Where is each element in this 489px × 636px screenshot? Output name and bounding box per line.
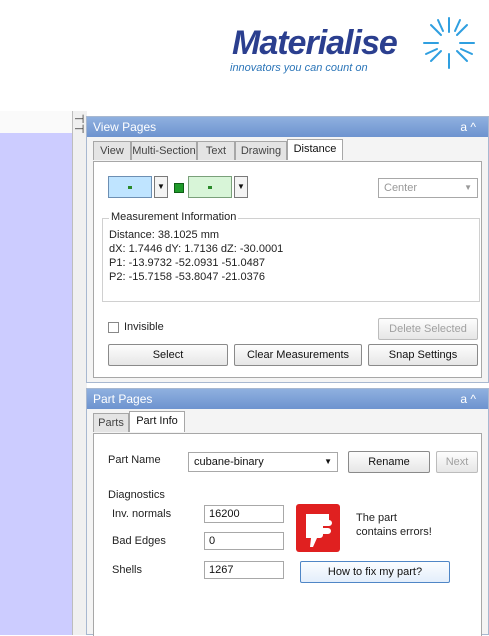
clear-measurements-button[interactable]: Clear Measurements [234,344,362,366]
delta-readout: dX: 1.7446 dY: 1.7136 dZ: -30.0001 [109,243,284,255]
materialise-tagline: innovators you can count on [230,62,368,74]
error-message-line2: contains errors! [356,526,432,538]
tab-view[interactable]: View [93,141,131,160]
distance-readout: Distance: 38.1025 mm [109,229,220,241]
select-button[interactable]: Select [108,344,228,366]
how-to-fix-button[interactable]: How to fix my part? [300,561,450,583]
invisible-label: Invisible [124,321,164,333]
color-a-dot [128,186,132,189]
measurement-info-group: Measurement Information Distance: 38.102… [102,211,480,302]
color-b-swatch[interactable] [188,176,232,198]
distance-tab-body: ▼ ▼ Center ▼ Measurement Information Dis… [93,161,482,378]
left-viewport[interactable] [0,133,72,635]
part-pages-title: Part Pages [87,389,488,409]
invisible-checkbox[interactable] [108,322,119,333]
part-name-label: Part Name [108,454,161,466]
tab-drawing[interactable]: Drawing [235,141,287,160]
connector-marker-icon [174,183,184,193]
inv-normals-field: 16200 [204,505,284,523]
pin-icon[interactable]: ⊣ ⊣ [74,113,84,135]
bad-edges-label: Bad Edges [112,535,166,547]
chevron-down-icon: ▼ [464,183,472,192]
error-message-line1: The part [356,512,397,524]
tab-distance[interactable]: Distance [287,139,343,160]
p1-readout: P1: -13.9732 -52.0931 -51.0487 [109,257,265,269]
rename-button[interactable]: Rename [348,451,430,473]
panel-splitter[interactable] [72,111,87,635]
part-pages-controls[interactable]: a ^ [460,389,476,409]
shells-label: Shells [112,564,142,576]
color-a-swatch[interactable] [108,176,152,198]
tab-multi-section[interactable]: Multi-Section [131,141,197,160]
bad-edges-field: 0 [204,532,284,550]
materialise-logo-text: Materialise [232,24,398,62]
tab-part-info[interactable]: Part Info [129,411,185,432]
measurement-info-label: Measurement Information [109,211,239,223]
p2-readout: P2: -15.7158 -53.8047 -21.0376 [109,271,265,283]
shells-field: 1267 [204,561,284,579]
view-pages-title: View Pages [87,117,488,137]
chevron-down-icon: ▼ [324,457,332,466]
snap-settings-button[interactable]: Snap Settings [368,344,478,366]
left-panel-header [0,111,72,134]
tab-text[interactable]: Text [197,141,235,160]
materialise-starburst-icon [423,17,475,69]
part-info-tab-body: Part Name cubane-binary ▼ Rename Next Di… [93,433,482,636]
part-name-value: cubane-binary [194,456,264,468]
diagnostics-label: Diagnostics [108,489,165,501]
color-a-dropdown-icon[interactable]: ▼ [154,176,168,198]
color-b-dropdown-icon[interactable]: ▼ [234,176,248,198]
next-button[interactable]: Next [436,451,478,473]
part-pages-pane: Part Pages a ^ Parts Part Info Part Name… [86,388,489,636]
thumbs-down-icon [296,504,340,552]
color-b-dot [208,186,212,189]
alignment-select[interactable]: Center ▼ [378,178,478,198]
tab-parts[interactable]: Parts [93,413,129,432]
alignment-value: Center [384,182,418,194]
view-pages-pane: View Pages a ^ View Multi-Section Text D… [86,116,489,383]
inv-normals-label: Inv. normals [112,508,172,520]
part-name-select[interactable]: cubane-binary ▼ [188,452,338,472]
view-pages-controls[interactable]: a ^ [460,117,476,137]
delete-selected-button[interactable]: Delete Selected [378,318,478,340]
